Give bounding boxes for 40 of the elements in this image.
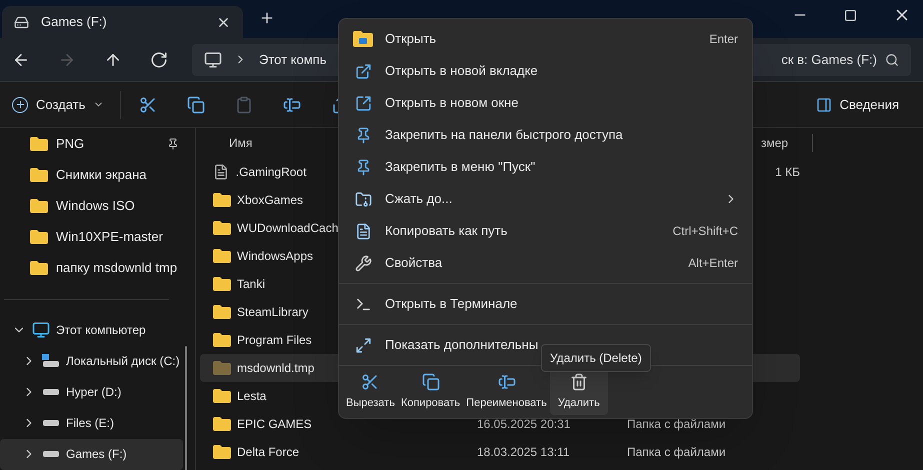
tree-label: Hyper (D:) bbox=[66, 384, 122, 402]
menu-label: Сжать до... bbox=[385, 190, 454, 208]
file-name: Tanki bbox=[237, 276, 266, 293]
file-size: 1 КБ bbox=[774, 164, 800, 181]
file-name: Delta Force bbox=[237, 444, 300, 461]
menu-label: Закрепить на панели быстрого доступа bbox=[385, 126, 623, 144]
menu-label: Открыть в новом окне bbox=[385, 94, 518, 112]
file-name: SteamLibrary bbox=[237, 304, 308, 321]
sidebar-label: папку msdownld tmp bbox=[56, 259, 178, 278]
tree-label: Games (F:) bbox=[66, 446, 127, 464]
file-type: Папка с файлами bbox=[627, 444, 726, 461]
sidebar-label: Снимки экрана bbox=[56, 166, 148, 184]
tree-label: Этот компьютер bbox=[56, 322, 146, 340]
tree-label: Files (E:) bbox=[66, 415, 114, 432]
file-name: Lesta bbox=[237, 388, 266, 405]
sidebar-label: PNG bbox=[56, 134, 86, 153]
file-name: WindowsApps bbox=[237, 248, 314, 265]
file-date: 16.05.2025 20:31 bbox=[477, 416, 572, 433]
menu-label: Копировать как путь bbox=[385, 222, 508, 240]
file-name: .GamingRoot bbox=[236, 164, 306, 181]
tab-title: Games (F:) bbox=[41, 13, 108, 32]
file-name: EPIC GAMES bbox=[237, 416, 312, 433]
file-name: WUDownloadCach bbox=[237, 220, 338, 237]
file-name: XboxGames bbox=[237, 192, 304, 209]
menu-label: Открыть bbox=[385, 30, 438, 48]
shortcut: Alt+Enter bbox=[688, 255, 738, 272]
menu-label: Открыть в Терминале bbox=[385, 295, 518, 314]
menu-label: Закрепить в меню "Пуск" bbox=[385, 158, 536, 176]
file-date: 18.03.2025 13:11 bbox=[477, 444, 571, 461]
menu-label: Открыть в новой вкладке bbox=[385, 62, 538, 80]
file-name: Program Files bbox=[237, 332, 312, 349]
menu-label: Показать дополнительны bbox=[385, 336, 538, 354]
tooltip: Удалить (Delete) bbox=[541, 344, 651, 372]
file-type: Папка с файлами bbox=[627, 416, 726, 433]
sidebar-label: Windows ISO bbox=[56, 196, 136, 215]
tree-label: Локальный диск (C:) bbox=[66, 353, 180, 370]
shortcut: Ctrl+Shift+C bbox=[672, 223, 738, 240]
menu-label: Свойства bbox=[385, 254, 444, 272]
file-name: msdownld.tmp bbox=[237, 360, 314, 377]
sidebar-label: Win10XPE-master bbox=[56, 228, 164, 246]
